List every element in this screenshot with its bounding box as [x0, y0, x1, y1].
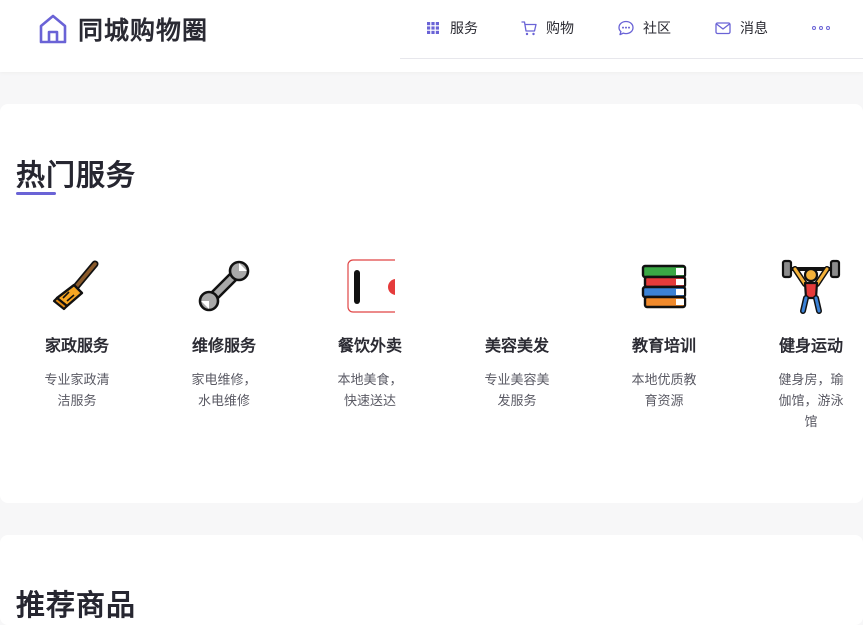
home-icon: [38, 13, 68, 45]
service-card-beauty[interactable]: 美容美发 专业美容美发服务: [475, 254, 559, 412]
service-name: 餐饮外卖: [337, 336, 402, 355]
hot-services-section: 热门服务 家政服务 专业家政清洁服务 维修服务 家电维修，水电维修 餐饮外卖 本…: [0, 104, 863, 503]
nav-label: 服务: [450, 21, 478, 37]
mail-icon: [714, 19, 732, 37]
main-nav: 服务 购物 社区 消息: [400, 0, 863, 59]
nav-item-shopping[interactable]: 购物: [520, 18, 574, 38]
section-title: 推荐商品: [16, 588, 137, 622]
chat-icon: [617, 19, 635, 37]
weightlifting-icon: [779, 254, 843, 318]
service-desc: 本地美食，快速送达: [337, 373, 403, 409]
broom-icon: [45, 254, 109, 318]
brand[interactable]: 同城购物圈: [38, 12, 208, 46]
service-desc: 家电维修，水电维修: [191, 373, 257, 409]
service-name: 家政服务: [44, 336, 109, 355]
service-card-fitness[interactable]: 健身运动 健身房，瑜伽馆，游泳馆: [769, 254, 853, 433]
service-desc: 本地优质教育资源: [631, 373, 697, 409]
service-desc: 专业家政清洁服务: [44, 373, 110, 409]
nav-item-community[interactable]: 社区: [617, 18, 671, 38]
service-card-housekeeping[interactable]: 家政服务 专业家政清洁服务: [35, 254, 119, 412]
nav-label: 购物: [546, 21, 574, 37]
more-dots-icon[interactable]: [809, 18, 833, 38]
service-name: 健身运动: [778, 336, 843, 355]
service-name: 维修服务: [191, 336, 256, 355]
service-desc: 健身房，瑜伽馆，游泳馆: [778, 373, 844, 430]
food-icon: [338, 254, 402, 318]
service-card-education[interactable]: 教育培训 本地优质教育资源: [622, 254, 706, 412]
nav-item-messages[interactable]: 消息: [714, 18, 768, 38]
top-header: 同城购物圈 服务 购物 社区 消息: [0, 0, 863, 72]
wrench-icon: [192, 254, 256, 318]
service-desc: 专业美容美发服务: [484, 373, 550, 409]
brand-title: 同城购物圈: [78, 16, 209, 45]
books-icon: [632, 254, 696, 318]
nav-label: 社区: [643, 21, 671, 37]
recommended-section: 推荐商品: [0, 535, 863, 625]
title-underline: [16, 192, 56, 195]
service-card-food[interactable]: 餐饮外卖 本地美食，快速送达: [328, 254, 412, 412]
cart-icon: [520, 19, 538, 37]
service-name: 教育培训: [631, 336, 696, 355]
service-name: 美容美发: [484, 336, 549, 355]
section-title: 热门服务: [16, 158, 137, 192]
nav-item-services[interactable]: 服务: [424, 18, 478, 38]
grid-icon: [424, 19, 442, 37]
beauty-icon: [485, 254, 549, 318]
nav-label: 消息: [740, 21, 768, 37]
service-card-repair[interactable]: 维修服务 家电维修，水电维修: [182, 254, 266, 412]
